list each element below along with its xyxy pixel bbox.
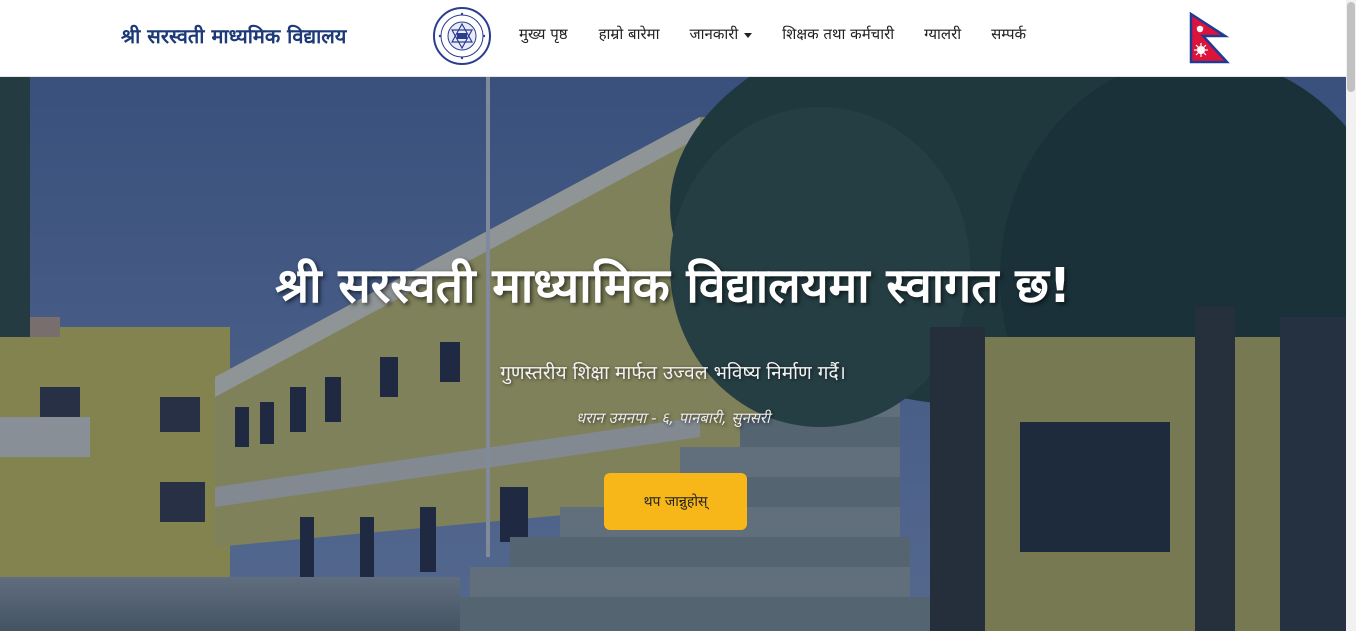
hero-banner: श्री सरस्वती माध्यामिक विद्यालयमा स्वागत… [0,77,1346,631]
hero-overlay [0,77,1346,631]
nav-contact[interactable]: सम्पर्क [991,24,1026,44]
nav-teachers-staff-label: शिक्षक तथा कर्मचारी [782,25,895,43]
school-seal-logo[interactable] [432,6,492,66]
scrollbar-thumb[interactable] [1347,2,1355,92]
nav-information-label: जानकारी [689,25,739,43]
hero-title: श्री सरस्वती माध्यामिक विद्यालयमा स्वागत… [275,258,1071,314]
nav-home[interactable]: मुख्य पृष्ठ [519,24,568,44]
nav-contact-label: सम्पर्क [991,25,1027,43]
nav-information-dropdown[interactable]: जानकारी [690,24,753,44]
hero-location: धरान उमनपा - ६, पानबारी, सुनसरी [576,409,770,427]
nav-about-label: हाम्रो बारेमा [598,25,660,43]
nav-gallery-label: ग्यालरी [924,25,962,43]
nepal-flag-icon [1189,11,1231,64]
nav-teachers-staff[interactable]: शिक्षक तथा कर्मचारी [782,24,894,44]
nav-about[interactable]: हाम्रो बारेमा [599,24,660,44]
main-nav: मुख्य पृष्ठ हाम्रो बारेमा जानकारी शिक्षक… [519,24,1026,44]
site-header: श्री सरस्वती माध्यमिक विद्यालय मुख्य पृष… [0,0,1356,77]
page-scrollbar[interactable] [1346,0,1356,631]
nav-gallery[interactable]: ग्यालरी [924,24,961,44]
brand-name[interactable]: श्री सरस्वती माध्यमिक विद्यालय [121,22,346,49]
hero-subtitle: गुणस्तरीय शिक्षा मार्फत उज्वल भविष्य निर… [500,362,846,384]
nav-home-label: मुख्य पृष्ठ [519,25,568,43]
chevron-down-icon [744,32,753,38]
learn-more-button[interactable]: थप जान्नुहोस् [604,473,747,530]
